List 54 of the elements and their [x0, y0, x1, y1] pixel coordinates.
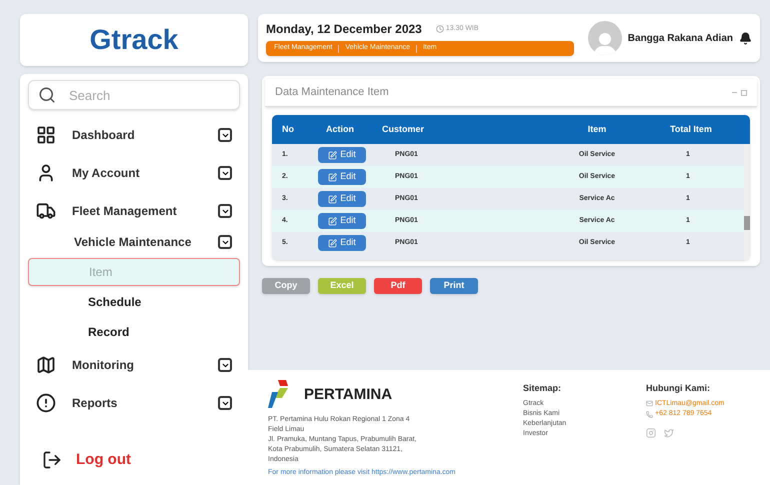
column-header: Action — [326, 122, 354, 136]
nav-item[interactable]: Fleet Management — [72, 202, 218, 220]
chevron-icon[interactable] — [218, 128, 232, 142]
nav-item[interactable]: Item — [28, 258, 240, 286]
edit-icon — [328, 150, 338, 160]
instagram-icon — [646, 428, 656, 438]
column-header: Item — [588, 122, 606, 136]
truck-icon — [36, 201, 56, 221]
nav-item[interactable]: Record — [28, 318, 240, 346]
edit-button[interactable]: Edit — [318, 235, 366, 251]
export-button[interactable]: Pdf — [374, 278, 422, 294]
edit-icon — [328, 194, 338, 204]
edit-icon — [328, 216, 338, 226]
export-button[interactable]: Print — [430, 278, 478, 294]
phone-icon — [646, 410, 653, 418]
brand-name: PERTAMINA — [304, 384, 392, 405]
nav-item[interactable]: Dashboard — [72, 126, 218, 144]
chevron-icon[interactable] — [218, 166, 232, 180]
chevron-icon[interactable] — [218, 235, 232, 249]
panel-title: Data Maintenance Item — [275, 85, 390, 100]
edit-button[interactable]: Edit — [318, 191, 366, 207]
chevron-icon[interactable] — [218, 358, 232, 372]
edit-icon — [328, 238, 338, 248]
logout-icon — [42, 450, 62, 470]
nav-item[interactable]: Vehicle Maintenance — [74, 233, 218, 251]
edit-icon — [328, 172, 338, 182]
alert-icon — [36, 393, 56, 413]
nav-item[interactable]: My Account — [72, 164, 218, 182]
column-header: Total Item — [670, 122, 712, 136]
column-header: Customer — [382, 122, 426, 136]
clock-icon — [436, 25, 444, 33]
sitemap-title: Sitemap: — [523, 382, 562, 395]
chevron-icon[interactable] — [218, 396, 232, 410]
logo[interactable]: Gtrack — [90, 19, 178, 61]
nav-item[interactable]: Schedule — [28, 288, 240, 316]
nav-item[interactable]: Reports — [72, 394, 218, 412]
logout-button[interactable]: Log out — [76, 448, 131, 471]
chevron-icon[interactable] — [218, 204, 232, 218]
edit-button[interactable]: Edit — [318, 213, 366, 229]
bell-icon — [739, 32, 752, 44]
export-button[interactable]: Copy — [262, 278, 310, 294]
search-icon — [38, 86, 56, 104]
mail-icon — [646, 400, 653, 408]
edit-button[interactable]: Edit — [318, 169, 366, 185]
search-field[interactable]: Search — [28, 80, 240, 110]
edit-button[interactable]: Edit — [318, 147, 366, 163]
grid-icon — [36, 125, 56, 145]
column-header: No — [282, 122, 295, 136]
nav-item[interactable]: Monitoring — [72, 356, 218, 374]
date-text: Monday, 12 December 2023 — [266, 21, 422, 38]
twitter-icon — [664, 428, 674, 438]
contact-title: Hubungi Kami: — [646, 382, 711, 395]
map-icon — [36, 355, 56, 375]
user-name: Bangga Rakana Adian — [628, 32, 733, 46]
